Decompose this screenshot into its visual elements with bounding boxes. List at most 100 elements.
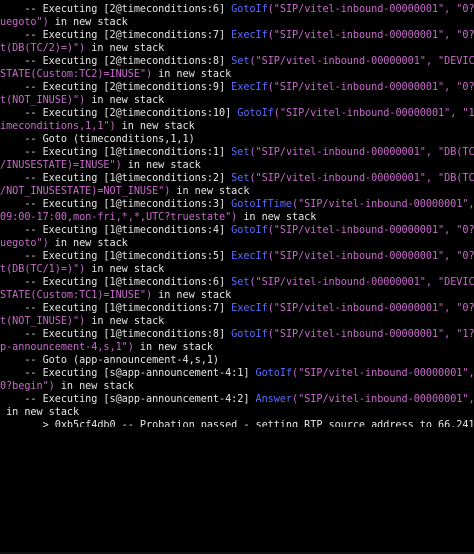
terminal-line: /NOT_INUSESTATE)=NOT_INUSE") in new stac… xyxy=(0,185,474,198)
application-args: imeconditions,1,1") xyxy=(0,121,116,132)
log-text: -- Executing [1@timeconditions:8] xyxy=(0,329,232,340)
application-name: Set xyxy=(231,277,250,288)
log-text: -- Executing [2@timeconditions:8] xyxy=(0,56,232,67)
application-args: uegoto") xyxy=(0,17,49,28)
application-args: STATE(Custom:TC1)=INUSE") xyxy=(0,290,153,301)
log-text: in new stack xyxy=(249,0,329,2)
log-text: in new stack xyxy=(121,160,201,171)
application-args: ("SIP/vitel-inbound-00000001", "DB(TC/1 xyxy=(249,173,474,184)
application-args: uegoto") xyxy=(0,238,49,249)
application-args: ("SIP/vitel-inbound-00000001", "0?Se xyxy=(267,30,474,41)
log-text: in new stack xyxy=(237,212,317,223)
terminal-line: -- Executing [1@timeconditions:1] Set("S… xyxy=(0,146,474,159)
application-name: GotoIf xyxy=(231,225,268,236)
terminal-line: -- Executing [1@timeconditions:5] ExecIf… xyxy=(0,250,474,263)
application-name: Set xyxy=(231,173,250,184)
log-text: -- Executing [1@timeconditions:1] xyxy=(0,147,232,158)
application-args: ("SIP/vitel-inbound-00000001", "0?tr xyxy=(267,225,474,236)
terminal-line: -- Executing [2@timeconditions:9] ExecIf… xyxy=(0,81,474,94)
log-text: -- Executing [1@timeconditions:7] xyxy=(0,303,232,314)
application-args: ("SIP/vitel-inbound-00000001", "1?t xyxy=(273,108,474,119)
application-args: ("SIP/vitel-inbound-00000001", "DEVICE_ xyxy=(249,277,474,288)
application-args: 0?begin") xyxy=(0,381,55,392)
terminal-line: -- Executing [2@timeconditions:8] Set("S… xyxy=(0,55,474,68)
log-text: -- Executing [s@app-announcement-4:1] xyxy=(0,368,256,379)
terminal-line: STATE(Custom:TC2)=INUSE") in new stack xyxy=(0,68,474,81)
application-args: p-announcement-4,s,1") xyxy=(0,342,134,353)
terminal-line: in new stack xyxy=(0,406,474,419)
application-name: ExecIf xyxy=(231,251,268,262)
terminal-line: -- Goto (timeconditions,1,1) xyxy=(0,133,474,146)
application-args: ("SIP/vitel-inbound-00000001", "") xyxy=(292,394,474,405)
log-text: -- Executing [1@timeconditions:4] xyxy=(0,225,232,236)
terminal-line: /INUSESTATE)=INUSE") in new stack xyxy=(0,159,474,172)
log-text: -- Executing [2@timeconditions:7] xyxy=(0,30,232,41)
application-name: GotoIfTime xyxy=(231,199,293,210)
terminal-line: -- Executing [s@app-announcement-4:2] An… xyxy=(0,393,474,406)
log-text: -- Executing [1@timeconditions:5] xyxy=(0,251,232,262)
terminal-line: t(NOT_INUSE)") in new stack xyxy=(0,94,474,107)
log-text: in new stack xyxy=(48,17,128,28)
log-text: -- Executing [2@timeconditions:6] xyxy=(0,4,232,15)
log-text: in new stack xyxy=(152,290,232,301)
log-text: in new stack xyxy=(48,238,128,249)
log-text: in new stack xyxy=(85,264,165,275)
application-name: GotoIf xyxy=(231,4,268,15)
terminal-line: -- Executing [2@timeconditions:7] ExecIf… xyxy=(0,29,474,42)
log-text: -- Executing [2@timeconditions:9] xyxy=(0,82,232,93)
application-args: ("SIP/vitel-inbound-00000001", "DEVICE_ xyxy=(249,56,474,67)
terminal-line: t(DB(TC/2)=)") in new stack xyxy=(0,42,474,55)
terminal-line: -- Executing [s@app-announcement-4:1] Go… xyxy=(0,367,474,380)
terminal-line: STATE(Custom:TC1)=INUSE") in new stack xyxy=(0,289,474,302)
terminal-line: uegoto") in new stack xyxy=(0,237,474,250)
application-args: t(DB(TC/2)=)") xyxy=(0,43,86,54)
application-name: Set xyxy=(231,56,250,67)
application-args: ("SIP/vitel-inbound-00000001", "DB(TC/1 xyxy=(249,147,474,158)
log-text: > 0xb5cf4db0 -- Probation passed - setti… xyxy=(0,420,474,427)
terminal-line: t(DB(TC/1)=)") in new stack xyxy=(0,263,474,276)
log-text: -- Executing [1@timeconditions:3] xyxy=(0,199,232,210)
terminal-line: uegoto") in new stack xyxy=(0,16,474,29)
application-args: ("SIP/vitel-inbound-00000001", "0?Se xyxy=(267,82,474,93)
application-name: GotoIf xyxy=(231,329,268,340)
application-args: /NOT_INUSESTATE)=NOT_INUSE") xyxy=(0,186,171,197)
log-text: in new stack xyxy=(0,407,80,418)
terminal-line: -- Executing [1@timeconditions:7] ExecIf… xyxy=(0,302,474,315)
terminal-line: imeconditions,1,1") in new stack xyxy=(0,120,474,133)
terminal-line: -- Executing [1@timeconditions:3] GotoIf… xyxy=(0,198,474,211)
terminal-line: > 0xb5cf4db0 -- Probation passed - setti… xyxy=(0,419,474,427)
application-args: ("SIP/vitel-inbound-00000001", "0?Se xyxy=(267,303,474,314)
application-args: STATE(Custom:TC2)=INUSE") xyxy=(0,69,153,80)
application-args: ("SIP/vitel-inbound-00000001", " xyxy=(292,368,474,379)
log-text: -- Goto (timeconditions,1,1) xyxy=(0,134,195,145)
application-args: /INUSESTATE)=INUSE") xyxy=(0,160,122,171)
terminal-line: -- Executing [1@timeconditions:6] Set("S… xyxy=(0,276,474,289)
log-text: -- Executing [1@timeconditions:2] xyxy=(0,173,232,184)
application-args: ("SIP/vitel-inbound-00000001", "0?Se xyxy=(267,251,474,262)
application-args: 09:00-17:00,thu,22-28,nov,UTC?truestate"… xyxy=(0,0,249,2)
application-name: ExecIf xyxy=(231,82,268,93)
application-args: ("SIP/vitel-inbound-00000001", "0?tr xyxy=(267,4,474,15)
terminal-window[interactable]: -- Executing [2@timeconditions:1] Set("S… xyxy=(0,0,474,427)
log-text: in new stack xyxy=(152,69,232,80)
application-args: 09:00-17:00,mon-fri,*,*,UTC?truestate") xyxy=(0,212,238,223)
application-args: ("SIP/vitel-inbound-00000001", " xyxy=(292,199,474,210)
terminal-line: 09:00-17:00,mon-fri,*,*,UTC?truestate") … xyxy=(0,211,474,224)
log-text: -- Executing [s@app-announcement-4:2] xyxy=(0,394,256,405)
application-name: GotoIf xyxy=(255,368,293,379)
application-name: ExecIf xyxy=(231,303,268,314)
log-text: in new stack xyxy=(85,95,165,106)
application-args: t(NOT_INUSE)") xyxy=(0,95,86,106)
terminal-line: 0?begin") in new stack xyxy=(0,380,474,393)
terminal-line: -- Executing [1@timeconditions:4] GotoIf… xyxy=(0,224,474,237)
application-args: t(NOT_INUSE)") xyxy=(0,316,86,327)
terminal-line: -- Executing [2@timeconditions:6] GotoIf… xyxy=(0,3,474,16)
terminal-line: -- Executing [2@timeconditions:10] GotoI… xyxy=(0,107,474,120)
log-text: in new stack xyxy=(54,381,134,392)
log-text: -- Goto (app-announcement-4,s,1) xyxy=(0,355,220,366)
log-text: in new stack xyxy=(85,43,165,54)
terminal-line: t(NOT_INUSE)") in new stack xyxy=(0,315,474,328)
terminal-line: p-announcement-4,s,1") in new stack xyxy=(0,341,474,354)
application-name: GotoIf xyxy=(237,108,274,119)
application-name: Set xyxy=(231,147,250,158)
